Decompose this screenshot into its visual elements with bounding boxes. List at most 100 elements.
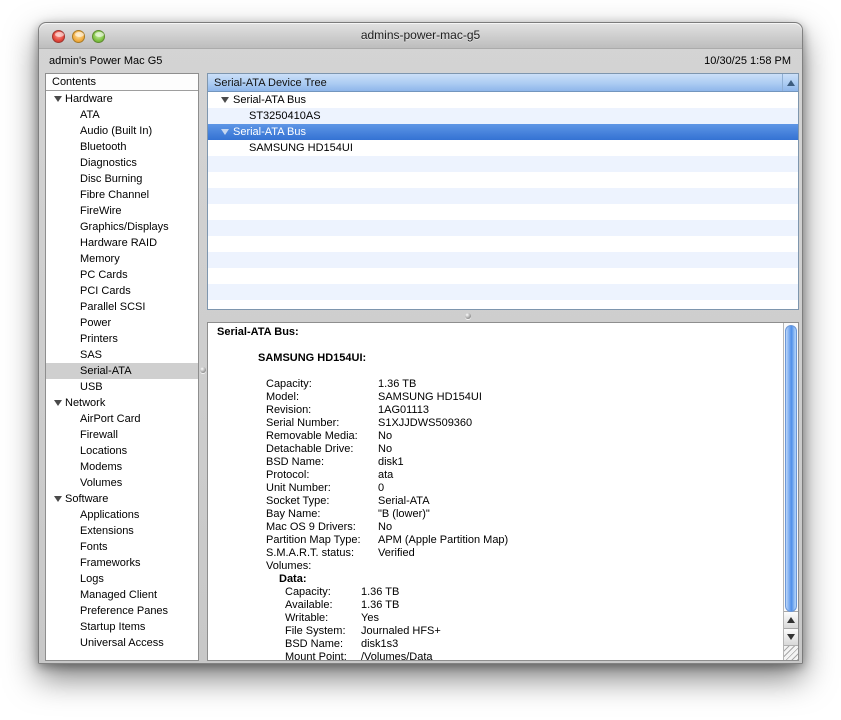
detail-attr-value: /Volumes/Data	[361, 651, 433, 660]
sidebar-item-ata[interactable]: ATA	[46, 107, 198, 123]
tree-row-serial-ata-bus[interactable]: Serial-ATA Bus	[208, 124, 798, 140]
detail-attr-label: BSD Name:	[285, 638, 361, 651]
detail-attr-row: BSD Name:disk1	[208, 456, 783, 469]
detail-attr-value: 1AG01113	[378, 404, 429, 417]
sidebar-item-network[interactable]: Network	[46, 395, 198, 411]
report-header: admin's Power Mac G5 10/30/25 1:58 PM	[39, 49, 802, 72]
scroll-down-button[interactable]	[784, 628, 798, 645]
sidebar-item-airport-card[interactable]: AirPort Card	[46, 411, 198, 427]
device-tree-column-header[interactable]: Serial-ATA Device Tree	[208, 74, 798, 92]
tree-row-label: Serial-ATA Bus	[233, 126, 306, 138]
tree-empty-row	[208, 284, 798, 300]
detail-attr-label: Capacity:	[266, 378, 378, 391]
sidebar-item-software[interactable]: Software	[46, 491, 198, 507]
detail-attr-value: Verified	[378, 547, 415, 560]
detail-content: Serial-ATA Bus:SAMSUNG HD154UI:Capacity:…	[208, 323, 783, 660]
sidebar-item-firewire[interactable]: FireWire	[46, 203, 198, 219]
sidebar-item-label: Locations	[80, 445, 127, 457]
detail-attr-row: Detachable Drive:No	[208, 443, 783, 456]
sidebar-item-pc-cards[interactable]: PC Cards	[46, 267, 198, 283]
device-tree-panel: Serial-ATA Device Tree Serial-ATA Bus ST3…	[207, 73, 799, 310]
sidebar-item-label: ATA	[80, 109, 100, 121]
detail-attr-label: Capacity:	[285, 586, 361, 599]
tree-row-st3250410as[interactable]: ST3250410AS	[208, 108, 798, 124]
detail-attr-row: Partition Map Type:APM (Apple Partition …	[208, 534, 783, 547]
detail-attr-row: Capacity:1.36 TB	[208, 378, 783, 391]
sidebar-item-fibre-channel[interactable]: Fibre Channel	[46, 187, 198, 203]
tree-empty-row	[208, 204, 798, 220]
detail-attr-value: 1.36 TB	[378, 378, 416, 391]
sidebar-item-applications[interactable]: Applications	[46, 507, 198, 523]
sidebar-item-preference-panes[interactable]: Preference Panes	[46, 603, 198, 619]
detail-attr-label: Revision:	[266, 404, 378, 417]
disclosure-triangle-icon	[54, 496, 62, 502]
detail-volumes-label: Volumes:	[208, 560, 783, 573]
detail-attr-row: Socket Type:Serial-ATA	[208, 495, 783, 508]
sidebar-item-fonts[interactable]: Fonts	[46, 539, 198, 555]
scroll-up-button[interactable]	[784, 611, 798, 628]
detail-attr-label: Serial Number:	[266, 417, 378, 430]
sidebar-item-frameworks[interactable]: Frameworks	[46, 555, 198, 571]
sidebar-item-printers[interactable]: Printers	[46, 331, 198, 347]
sidebar-item-usb[interactable]: USB	[46, 379, 198, 395]
splitter-dimple-icon	[465, 313, 471, 319]
sidebar-item-label: Memory	[80, 253, 120, 265]
sidebar-item-label: Universal Access	[80, 637, 164, 649]
detail-attr-label: Model:	[266, 391, 378, 404]
contents-sidebar: Contents HardwareATAAudio (Built In)Blue…	[45, 73, 199, 661]
resize-grip[interactable]	[784, 645, 798, 660]
detail-attr-label: Available:	[285, 599, 361, 612]
sidebar-item-sas[interactable]: SAS	[46, 347, 198, 363]
sidebar-item-memory[interactable]: Memory	[46, 251, 198, 267]
sidebar-item-extensions[interactable]: Extensions	[46, 523, 198, 539]
sidebar-item-hardware-raid[interactable]: Hardware RAID	[46, 235, 198, 251]
detail-attr-label: Writable:	[285, 612, 361, 625]
sidebar-item-startup-items[interactable]: Startup Items	[46, 619, 198, 635]
scrollbar-thumb[interactable]	[785, 325, 797, 612]
scrollbar-track[interactable]	[784, 323, 798, 611]
sidebar-item-audio-built-in[interactable]: Audio (Built In)	[46, 123, 198, 139]
detail-attr-value: 0	[378, 482, 384, 495]
sidebar-item-logs[interactable]: Logs	[46, 571, 198, 587]
sidebar-item-diagnostics[interactable]: Diagnostics	[46, 155, 198, 171]
tree-row-samsung-hd154ui[interactable]: SAMSUNG HD154UI	[208, 140, 798, 156]
sidebar-item-volumes[interactable]: Volumes	[46, 475, 198, 491]
detail-attr-row: Bay Name:"B (lower)"	[208, 508, 783, 521]
detail-attr-value: 1.36 TB	[361, 599, 399, 612]
sidebar-item-managed-client[interactable]: Managed Client	[46, 587, 198, 603]
sidebar-item-disc-burning[interactable]: Disc Burning	[46, 171, 198, 187]
sidebar-item-firewall[interactable]: Firewall	[46, 427, 198, 443]
sidebar-item-universal-access[interactable]: Universal Access	[46, 635, 198, 651]
sidebar-item-label: Hardware RAID	[80, 237, 157, 249]
sidebar-item-parallel-scsi[interactable]: Parallel SCSI	[46, 299, 198, 315]
detail-attr-label: Partition Map Type:	[266, 534, 378, 547]
title-bar[interactable]: admins-power-mac-g5	[39, 23, 802, 49]
detail-volume-attr-row: BSD Name:disk1s3	[208, 638, 783, 651]
tree-row-label: SAMSUNG HD154UI	[249, 142, 353, 154]
sidebar-item-pci-cards[interactable]: PCI Cards	[46, 283, 198, 299]
detail-attr-value: disk1s3	[361, 638, 398, 651]
disclosure-triangle-icon	[221, 129, 229, 135]
tree-row-label: Serial-ATA Bus	[233, 94, 306, 106]
sidebar-item-graphics-displays[interactable]: Graphics/Displays	[46, 219, 198, 235]
sidebar-item-bluetooth[interactable]: Bluetooth	[46, 139, 198, 155]
sidebar-item-hardware[interactable]: Hardware	[46, 91, 198, 107]
sidebar-item-label: Applications	[80, 509, 139, 521]
panel-splitter[interactable]	[207, 310, 799, 322]
sidebar-item-locations[interactable]: Locations	[46, 443, 198, 459]
sidebar-item-label: Firewall	[80, 429, 118, 441]
sidebar-item-modems[interactable]: Modems	[46, 459, 198, 475]
detail-attr-label: File System:	[285, 625, 361, 638]
system-profiler-window: admins-power-mac-g5 admin's Power Mac G5…	[38, 22, 803, 664]
sort-ascending-icon	[787, 80, 795, 86]
detail-attr-row: Revision:1AG01113	[208, 404, 783, 417]
detail-attr-row: S.M.A.R.T. status:Verified	[208, 547, 783, 560]
tree-row-serial-ata-bus[interactable]: Serial-ATA Bus	[208, 92, 798, 108]
tree-empty-row	[208, 156, 798, 172]
sidebar-item-label: Printers	[80, 333, 118, 345]
sidebar-splitter[interactable]	[199, 73, 207, 661]
splitter-dimple-icon	[200, 367, 206, 373]
detail-attr-label: Mount Point:	[285, 651, 361, 660]
sidebar-item-power[interactable]: Power	[46, 315, 198, 331]
sidebar-item-serial-ata[interactable]: Serial-ATA	[46, 363, 198, 379]
